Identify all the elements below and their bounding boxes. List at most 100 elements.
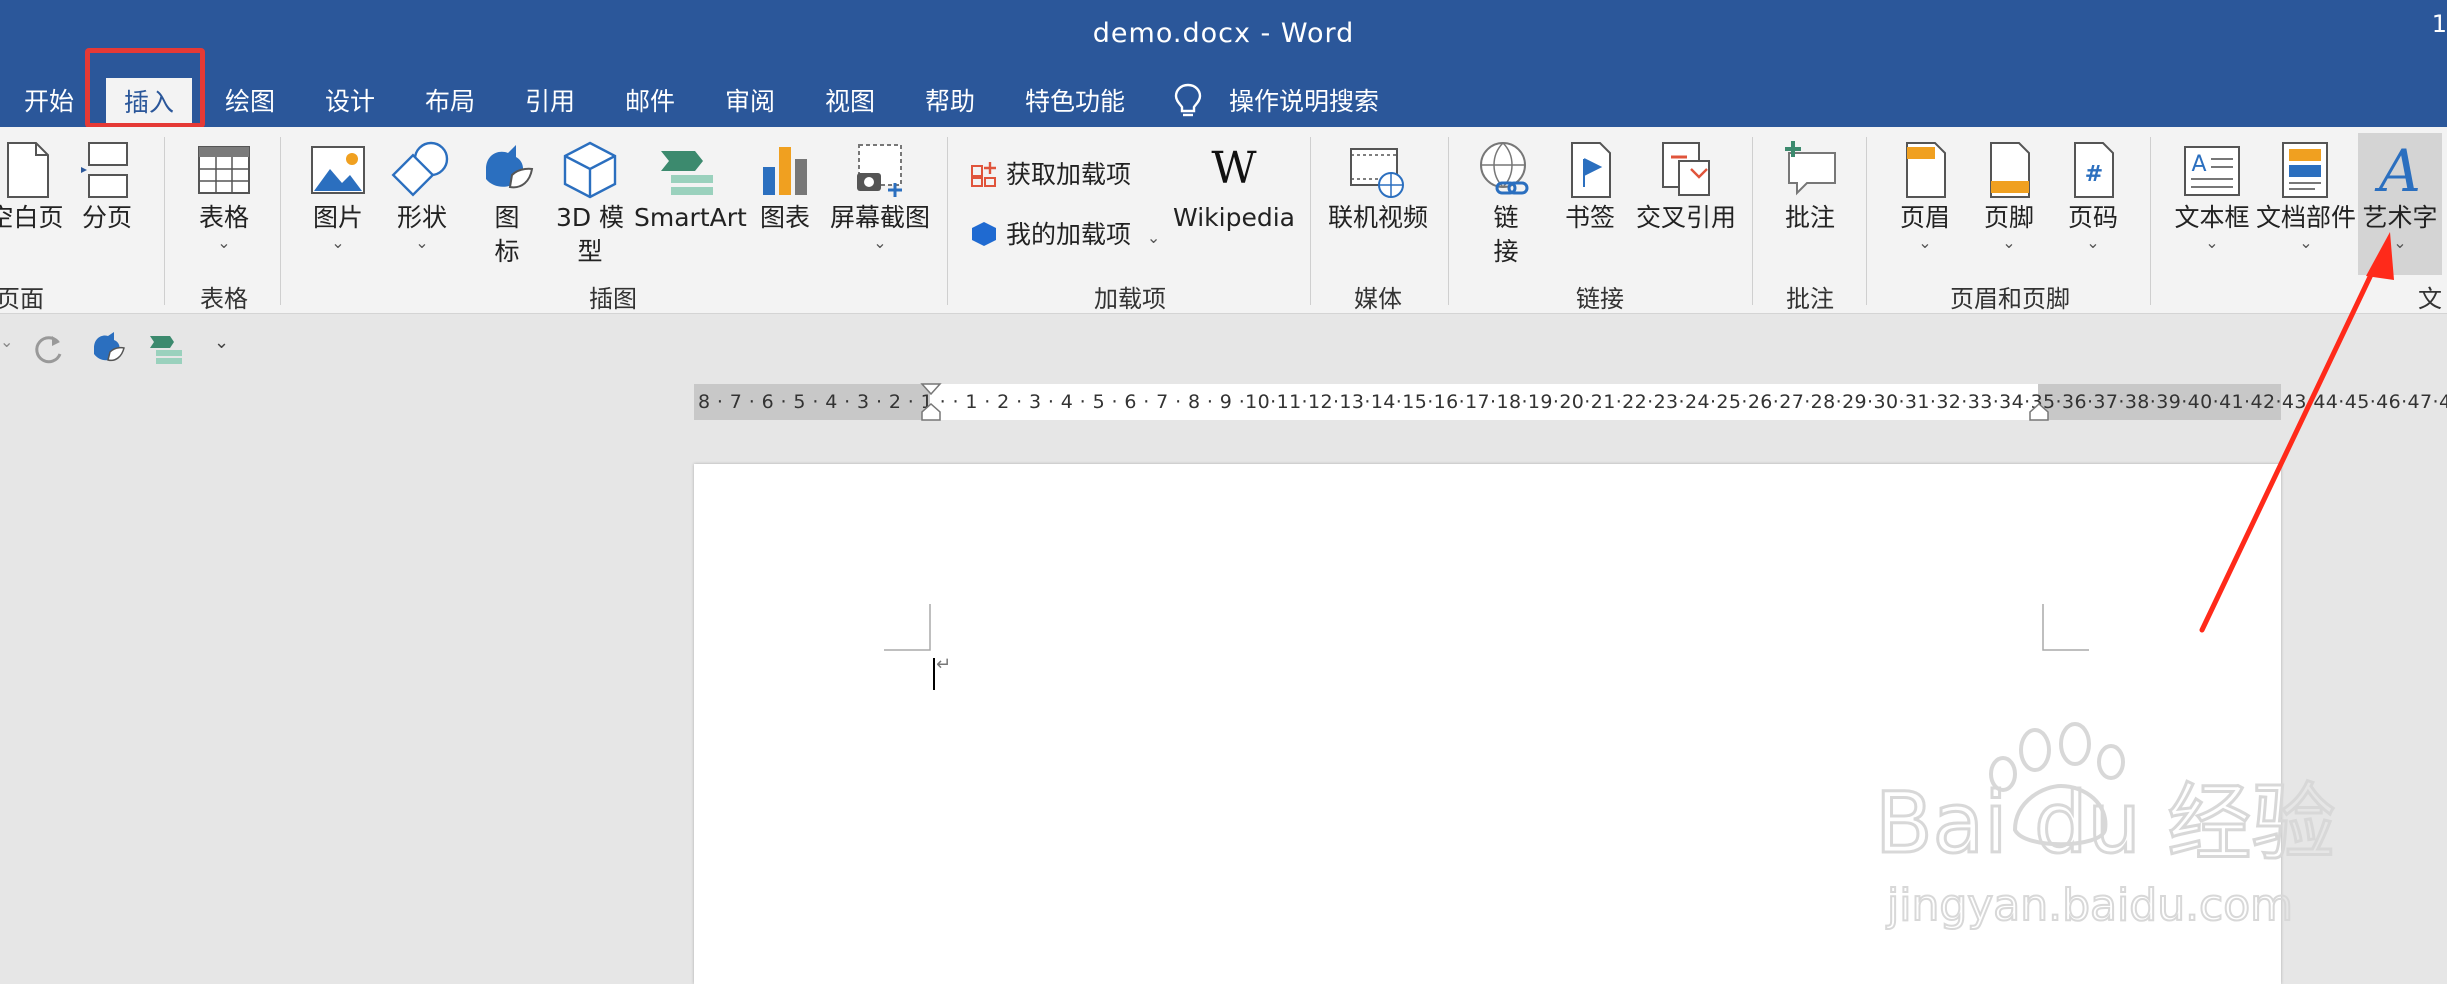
comment-button[interactable]: 批注: [1772, 139, 1848, 235]
screenshot-button[interactable]: 屏幕截图 ⌄: [828, 139, 932, 251]
bar-chart-icon: [763, 147, 807, 195]
group-separator: [280, 137, 281, 305]
smartart-icon: [661, 151, 713, 195]
insert-tab-highlight-box: [85, 48, 205, 128]
quick-access-toolbar: ⌄ ⌄: [0, 314, 2447, 384]
bookmark-button[interactable]: 书签: [1554, 139, 1626, 235]
redo-icon[interactable]: [32, 332, 66, 366]
margin-corner-mark: [2042, 604, 2089, 651]
chevron-down-icon: ⌄: [331, 233, 345, 252]
table-button[interactable]: 表格 ⌄: [184, 139, 264, 251]
group-separator: [1310, 137, 1311, 305]
tab-design[interactable]: 设计: [325, 82, 375, 123]
header-icon: [1906, 142, 1946, 198]
tab-draw[interactable]: 绘图: [225, 82, 275, 123]
my-addins-button[interactable]: 我的加载项 ⌄: [970, 215, 1160, 251]
tab-references[interactable]: 引用: [525, 82, 575, 123]
header-button[interactable]: 页眉 ⌄: [1888, 139, 1962, 251]
table-icon: [198, 146, 250, 194]
tab-layout[interactable]: 布局: [425, 82, 475, 123]
shapes-button[interactable]: 形状 ⌄: [384, 139, 460, 251]
footer-button[interactable]: 页脚 ⌄: [1972, 139, 2046, 251]
tab-home[interactable]: 开始: [24, 82, 74, 123]
svg-text:#: #: [2085, 162, 2103, 187]
group-label-illustrations: 插图: [589, 285, 637, 313]
page-number-icon: #: [2074, 142, 2114, 198]
ribbon-tabs: 开始 插入 绘图 设计 布局 引用 邮件 审阅 视图 帮助 特色功能 操作说明搜…: [0, 78, 2447, 127]
ribbon-insert: 空白页 分页 页面 表格 ⌄ 表格 图片 ⌄ 形状 ⌄ 图 标 3D 模 型 S…: [0, 127, 2447, 314]
chevron-down-icon: ⌄: [217, 233, 231, 252]
smartart-button[interactable]: SmartArt: [634, 139, 747, 235]
group-separator: [1866, 137, 1867, 305]
addin-cube-icon: [972, 222, 996, 246]
chevron-down-icon: ⌄: [2002, 233, 2016, 252]
group-label-tables: 表格: [200, 285, 248, 313]
svg-text:W: W: [1211, 143, 1257, 194]
customize-toolbar-icon[interactable]: ⌄: [214, 332, 229, 353]
group-label-addins: 加载项: [1094, 285, 1166, 313]
tab-review[interactable]: 审阅: [725, 82, 775, 123]
group-label-comments: 批注: [1786, 285, 1834, 313]
blank-page-icon: [7, 142, 49, 198]
pictures-button[interactable]: 图片 ⌄: [300, 139, 376, 251]
icons-button[interactable]: 图 标: [470, 139, 544, 269]
page-break-button[interactable]: 分页: [76, 139, 138, 235]
quick-parts-icon: [2282, 142, 2328, 198]
group-label-links: 链接: [1576, 285, 1624, 313]
margin-corner-mark: [884, 604, 931, 651]
chevron-down-icon: ⌄: [415, 233, 429, 252]
3d-models-button[interactable]: 3D 模 型: [552, 139, 628, 269]
title-bar: demo.docx - Word 1 开始 插入 绘图 设计 布局 引用 邮件 …: [0, 0, 2447, 128]
shapes-icon: [391, 141, 449, 197]
smartart-icon[interactable]: [148, 332, 184, 364]
svg-text:A: A: [2374, 139, 2421, 201]
svg-text:Bai du 经验: Bai du 经验: [1875, 774, 2335, 872]
store-icon: [971, 162, 996, 187]
bird-icon: [486, 145, 534, 189]
cross-reference-button[interactable]: 交叉引用: [1634, 139, 1738, 235]
group-label-header-footer: 页眉和页脚: [1950, 285, 2070, 313]
online-video-button[interactable]: 联机视频: [1322, 139, 1434, 235]
text-cursor: [933, 658, 935, 690]
get-addins-button[interactable]: 获取加载项: [970, 155, 1131, 191]
globe-link-icon: [1480, 142, 1529, 195]
group-separator: [947, 137, 948, 305]
search-label[interactable]: 操作说明搜索: [1229, 82, 1379, 123]
svg-text:A: A: [2191, 152, 2206, 177]
blank-page-button[interactable]: 空白页: [0, 139, 66, 235]
window-title: demo.docx - Word: [1092, 18, 1355, 49]
bird-icon[interactable]: [90, 330, 126, 366]
wikipedia-button[interactable]: W Wikipedia: [1172, 139, 1296, 235]
lightbulb-icon[interactable]: [1173, 82, 1203, 120]
online-video-icon: [1350, 148, 1404, 198]
page-number-button[interactable]: # 页码 ⌄: [2056, 139, 2130, 251]
footer-icon: [1990, 142, 2030, 198]
tab-help[interactable]: 帮助: [925, 82, 975, 123]
wikipedia-icon: W: [1211, 143, 1257, 194]
horizontal-ruler[interactable]: 8 · 7 · 6 · 5 · 4 · 3 · 2 · 1 · · 1 · 2 …: [694, 382, 2447, 422]
chart-button[interactable]: 图表: [750, 139, 820, 235]
group-separator: [1448, 137, 1449, 305]
chevron-down-icon: ⌄: [1918, 233, 1932, 252]
tab-special-features[interactable]: 特色功能: [1025, 82, 1125, 123]
svg-text:jingyan.baidu.com: jingyan.baidu.com: [1886, 880, 2293, 931]
indent-marker-icon[interactable]: [920, 382, 942, 422]
tab-mailings[interactable]: 邮件: [625, 82, 675, 123]
tab-view[interactable]: 视图: [825, 82, 875, 123]
page-break-icon: [81, 142, 128, 198]
link-button[interactable]: 链 接: [1466, 139, 1546, 269]
screenshot-icon: [857, 144, 902, 197]
wordart-icon: A: [2374, 139, 2421, 201]
group-separator: [2150, 137, 2151, 305]
group-label-media: 媒体: [1354, 285, 1402, 313]
group-label-pages: 页面: [0, 285, 44, 313]
right-indent-marker-icon[interactable]: [2028, 400, 2050, 422]
comment-icon: [1785, 141, 1836, 196]
title-bar-clipped-text: 1: [2431, 10, 2447, 38]
textbox-icon: A: [2184, 146, 2240, 196]
bookmark-icon: [1571, 142, 1611, 198]
chevron-down-icon[interactable]: ⌄: [0, 332, 13, 351]
cross-reference-icon: [1662, 142, 1710, 196]
group-separator: [1752, 137, 1753, 305]
cube-icon: [563, 141, 617, 199]
